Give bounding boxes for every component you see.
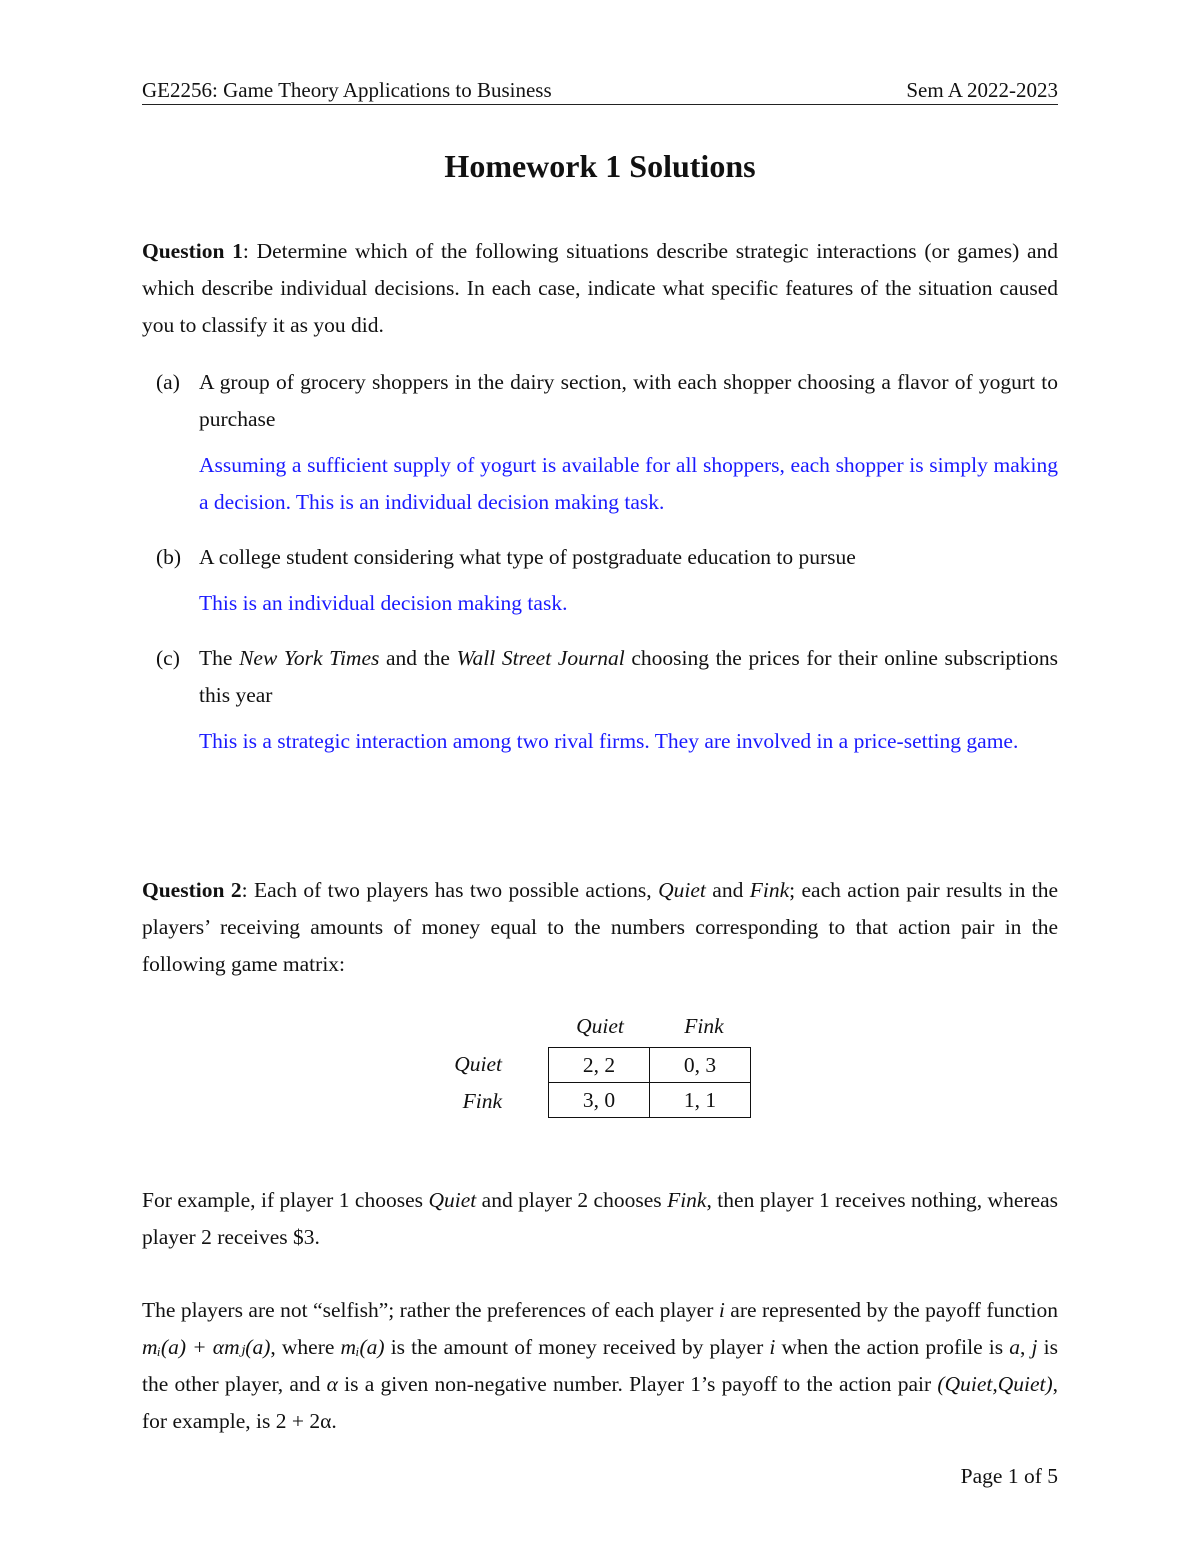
table-row: 3, 0 1, 1 (548, 1082, 751, 1118)
question-1-prompt: Question 1: Determine which of the follo… (142, 239, 1058, 337)
question-2-prompt: Question 2: Each of two players has two … (142, 878, 1058, 976)
document-title: Homework 1 Solutions (444, 148, 756, 184)
answer-text: This is an individual decision making ta… (199, 591, 568, 615)
column-header-quiet: Quiet (576, 1014, 624, 1038)
column-header-fink: Fink (684, 1014, 724, 1038)
payoff-cell: 2, 2 (548, 1047, 650, 1083)
answer-text: Assuming a sufficient supply of yogurt i… (199, 453, 1058, 514)
example-paragraph: For example, if player 1 chooses Quiet a… (142, 1188, 1058, 1249)
item-label: (a) (156, 370, 180, 394)
preferences-paragraph: The players are not “selfish”; rather th… (142, 1298, 1059, 1433)
payoff-formula: mᵢ(a) + αmⱼ(a) (142, 1335, 271, 1359)
question-1-label: Question 1 (142, 239, 243, 263)
table-row: 2, 2 0, 3 (548, 1047, 751, 1083)
item-question: The New York Times and the Wall Street J… (199, 646, 1058, 707)
course-title: GE2256: Game Theory Applications to Busi… (142, 78, 552, 102)
answer-text: This is a strategic interaction among tw… (199, 729, 1019, 753)
payoff-cell: 0, 3 (649, 1047, 751, 1083)
row-header-quiet: Quiet (454, 1052, 502, 1076)
question-2-label: Question 2 (142, 878, 242, 902)
payoff-table: 2, 2 0, 3 3, 0 1, 1 (548, 1047, 751, 1118)
payoff-cell: 3, 0 (548, 1082, 650, 1118)
running-header: GE2256: Game Theory Applications to Busi… (142, 76, 1058, 105)
item-question: A group of grocery shoppers in the dairy… (199, 370, 1058, 431)
page-number: Page 1 of 5 (960, 1464, 1058, 1488)
item-question: A college student considering what type … (199, 545, 856, 569)
item-label: (b) (156, 545, 182, 569)
game-matrix: Quiet Fink Quiet Fink 2, 2 0, 3 3, 0 1, … (142, 1012, 1058, 1122)
item-label: (c) (156, 646, 180, 670)
semester-label: Sem A 2022-2023 (906, 78, 1058, 102)
payoff-cell: 1, 1 (649, 1082, 751, 1118)
row-header-fink: Fink (462, 1089, 502, 1113)
